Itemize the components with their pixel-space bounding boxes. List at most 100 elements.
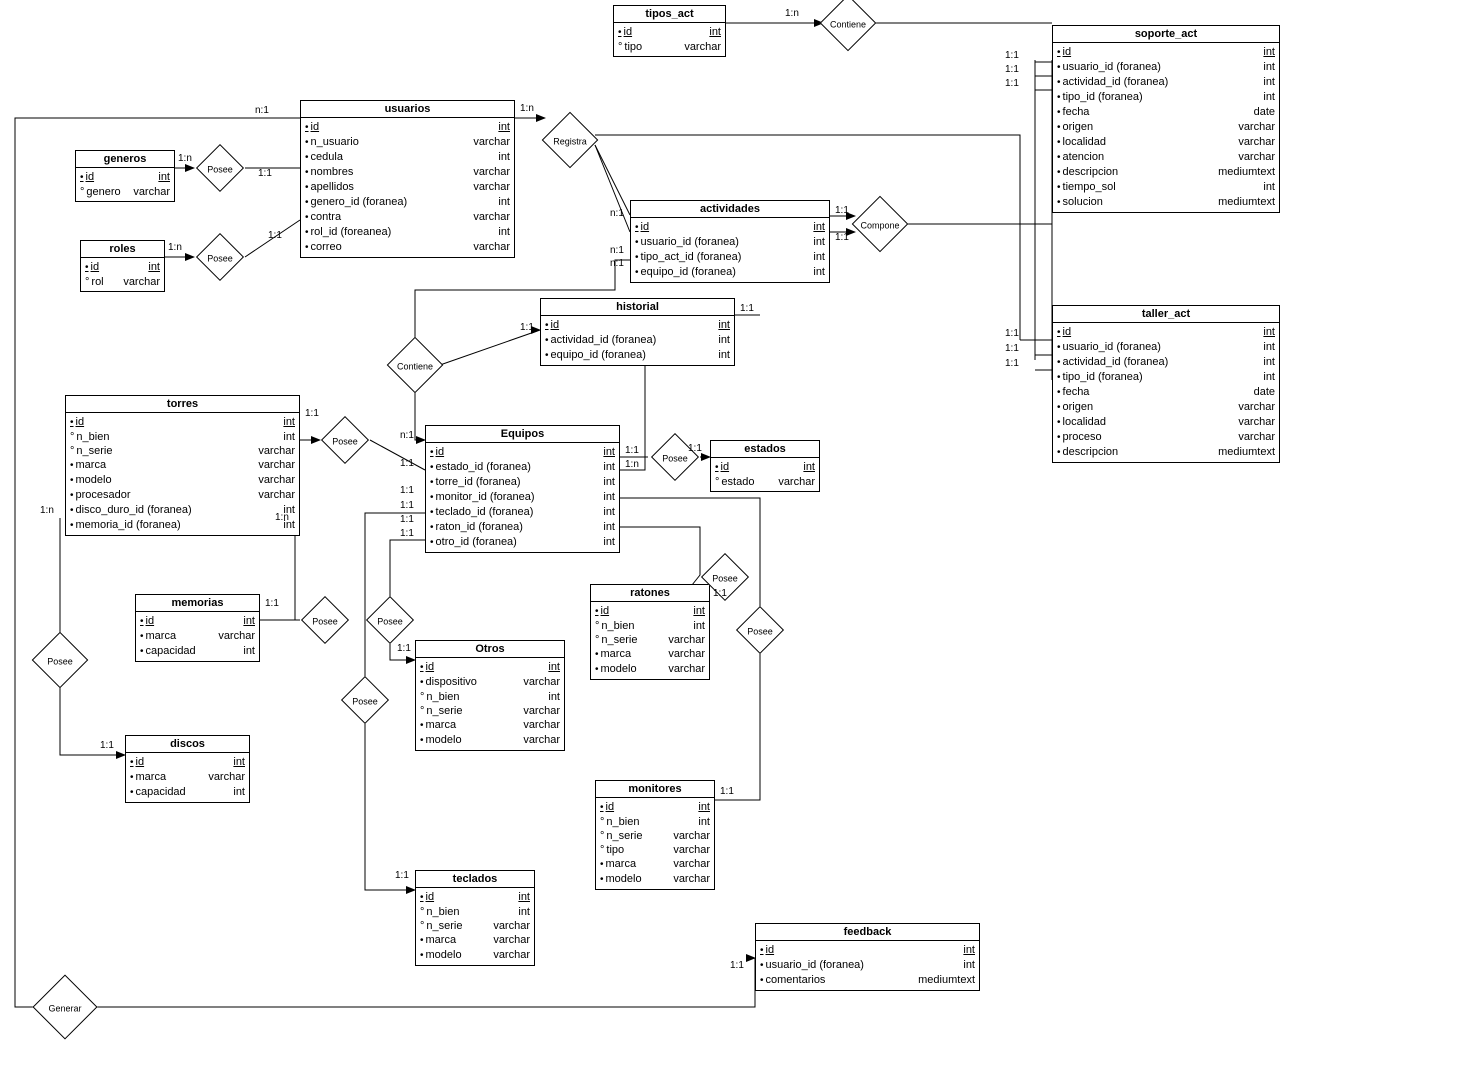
attribute-type: varchar	[668, 662, 705, 677]
entity-feedback: feedback idintusuario_id (foranea)intcom…	[755, 923, 980, 991]
attribute-name: n_serie	[600, 829, 673, 843]
attribute-type: varchar	[673, 857, 710, 872]
attribute-row: tipo_id (foranea)int	[1057, 90, 1275, 105]
attribute-type: int	[498, 225, 510, 240]
attribute-name: n_serie	[595, 633, 668, 647]
rel-label: Posee	[747, 626, 773, 636]
attribute-name: id	[600, 800, 698, 815]
attribute-type: varchar	[778, 475, 815, 489]
attribute-type: int	[963, 943, 975, 958]
attribute-name: fecha	[1057, 105, 1254, 120]
attribute-name: id	[140, 614, 243, 629]
card-label: 1:1	[400, 514, 414, 525]
card-label: 1:n	[785, 8, 799, 19]
entity-body: idintn_bienintn_serievarcharmarcavarchar…	[591, 602, 709, 679]
attribute-row: memoria_id (foranea)int	[70, 518, 295, 533]
attribute-row: actividad_id (foranea)int	[1057, 355, 1275, 370]
attribute-row: contravarchar	[305, 210, 510, 225]
attribute-type: int	[548, 660, 560, 675]
attribute-name: proceso	[1057, 430, 1238, 445]
attribute-type: varchar	[668, 647, 705, 662]
attribute-row: capacidadint	[130, 785, 245, 800]
attribute-row: n_serievarchar	[70, 444, 295, 458]
attribute-name: marca	[600, 857, 673, 872]
attribute-type: int	[718, 348, 730, 363]
attribute-type: int	[1263, 370, 1275, 385]
attribute-name: otro_id (foranea)	[430, 535, 603, 550]
attribute-type: varchar	[684, 40, 721, 54]
attribute-row: idint	[600, 800, 710, 815]
attribute-row: descripcionmediumtext	[1057, 165, 1275, 180]
rel-contiene-top: Contiene	[820, 0, 877, 51]
attribute-name: tiempo_sol	[1057, 180, 1263, 195]
attribute-name: contra	[305, 210, 473, 225]
entity-title: estados	[711, 441, 819, 458]
attribute-type: int	[283, 430, 295, 444]
rel-label: Posee	[352, 696, 378, 706]
attribute-row: n_bienint	[595, 619, 705, 633]
attribute-name: descripcion	[1057, 445, 1218, 460]
card-label: n:1	[610, 258, 624, 269]
attribute-type: varchar	[218, 629, 255, 644]
card-label: 1:1	[1005, 358, 1019, 369]
attribute-type: mediumtext	[1218, 445, 1275, 460]
attribute-name: actividad_id (foranea)	[1057, 75, 1263, 90]
attribute-name: solucion	[1057, 195, 1218, 210]
attribute-type: varchar	[1238, 120, 1275, 135]
attribute-name: marca	[595, 647, 668, 662]
attribute-type: int	[1263, 75, 1275, 90]
attribute-row: equipo_id (foranea)int	[635, 265, 825, 280]
attribute-name: estado	[715, 475, 778, 489]
er-diagram: tipos_act idinttipovarchar soporte_act i…	[0, 0, 1478, 1066]
entity-discos: discos idintmarcavarcharcapacidadint	[125, 735, 250, 803]
card-label: 1:1	[1005, 64, 1019, 75]
attribute-name: origen	[1057, 400, 1238, 415]
rel-label: Posee	[207, 253, 233, 263]
attribute-row: capacidadint	[140, 644, 255, 659]
card-label: n:1	[255, 105, 269, 116]
attribute-row: usuario_id (foranea)int	[1057, 340, 1275, 355]
attribute-row: idint	[70, 415, 295, 430]
attribute-name: tipo_act_id (foranea)	[635, 250, 813, 265]
rel-label: Registra	[553, 136, 587, 146]
attribute-type: varchar	[258, 458, 295, 473]
rel-label: Posee	[47, 656, 73, 666]
attribute-type: int	[813, 250, 825, 265]
attribute-name: estado_id (foranea)	[430, 460, 603, 475]
attribute-row: idint	[635, 220, 825, 235]
attribute-type: varchar	[1238, 430, 1275, 445]
attribute-row: usuario_id (foranea)int	[635, 235, 825, 250]
attribute-type: date	[1254, 105, 1275, 120]
attribute-name: n_bien	[70, 430, 283, 444]
attribute-type: varchar	[523, 675, 560, 690]
attribute-name: n_bien	[595, 619, 693, 633]
attribute-row: procesovarchar	[1057, 430, 1275, 445]
attribute-row: generovarchar	[80, 185, 170, 199]
attribute-name: n_bien	[420, 905, 518, 919]
attribute-name: id	[130, 755, 233, 770]
attribute-type: varchar	[1238, 415, 1275, 430]
attribute-row: origenvarchar	[1057, 400, 1275, 415]
entity-title: feedback	[756, 924, 979, 941]
attribute-name: rol_id (foreanea)	[305, 225, 498, 240]
attribute-row: marcavarchar	[140, 629, 255, 644]
attribute-row: n_serievarchar	[600, 829, 710, 843]
attribute-type: varchar	[1238, 400, 1275, 415]
attribute-name: usuario_id (foranea)	[1057, 340, 1263, 355]
entity-title: ratones	[591, 585, 709, 602]
attribute-row: marcavarchar	[420, 718, 560, 733]
attribute-name: id	[305, 120, 498, 135]
entity-equipos: Equipos idintestado_id (foranea)inttorre…	[425, 425, 620, 553]
card-label: 1:1	[1005, 78, 1019, 89]
card-label: 1:1	[395, 870, 409, 881]
attribute-type: int	[498, 120, 510, 135]
attribute-row: rol_id (foreanea)int	[305, 225, 510, 240]
attribute-name: teclado_id (foranea)	[430, 505, 603, 520]
card-label: 1:n	[168, 242, 182, 253]
attribute-row: idint	[430, 445, 615, 460]
attribute-row: actividad_id (foranea)int	[545, 333, 730, 348]
attribute-name: n_usuario	[305, 135, 473, 150]
rel-posee-estados: Posee	[651, 433, 699, 481]
attribute-name: marca	[140, 629, 218, 644]
attribute-name: procesador	[70, 488, 258, 503]
